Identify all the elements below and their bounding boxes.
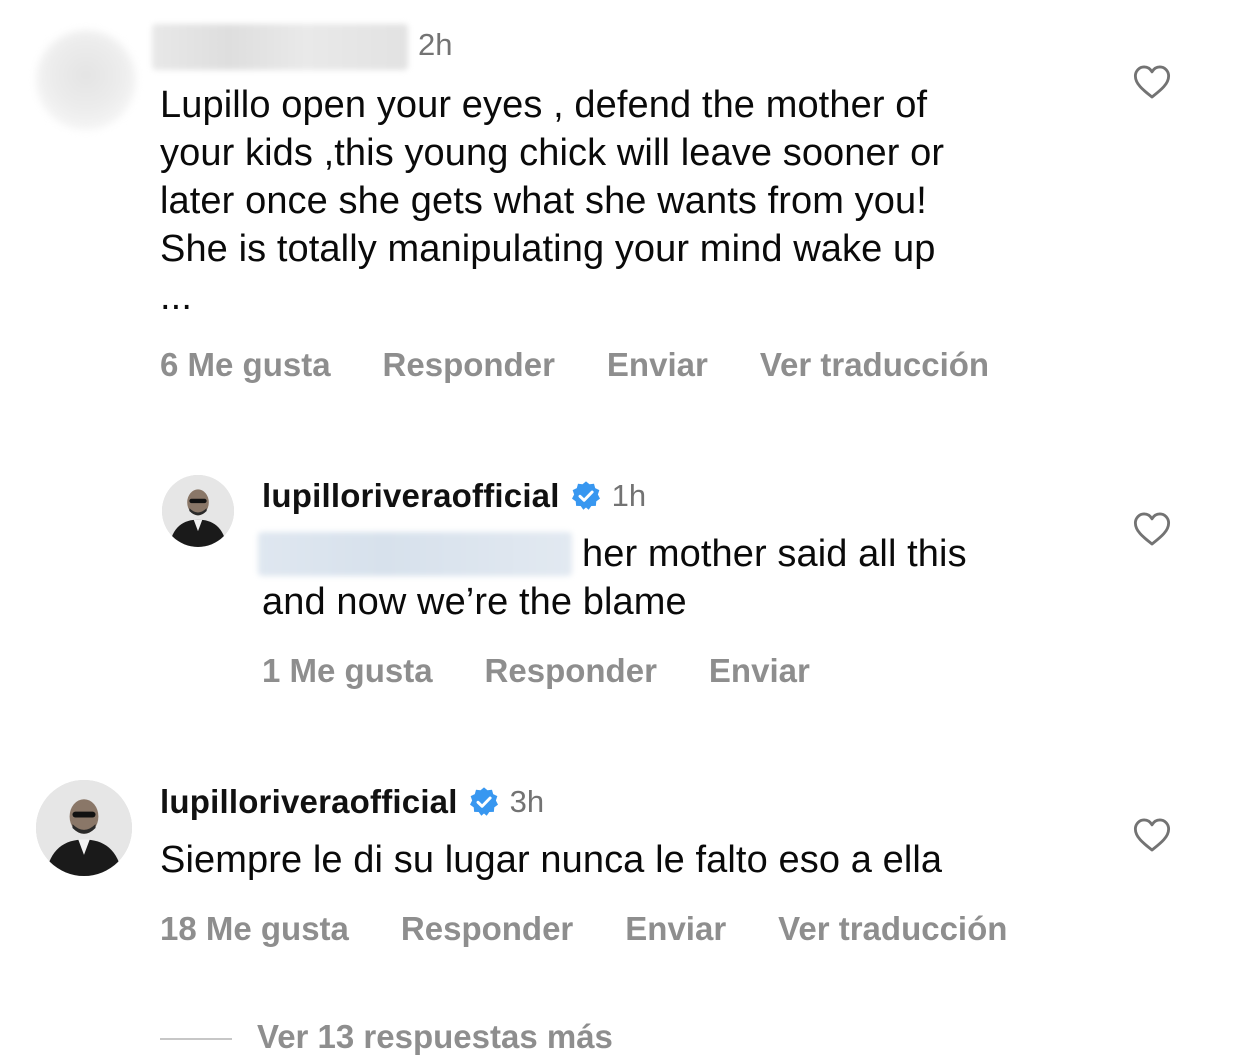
reply-button[interactable]: Responder bbox=[485, 652, 657, 690]
translate-button[interactable]: Ver traducción bbox=[778, 910, 1007, 948]
comment-text-line: ... bbox=[160, 276, 192, 318]
avatar-image bbox=[36, 780, 132, 876]
comment-text: Siempre le di su lugar nunca le falto es… bbox=[160, 839, 943, 881]
like-button[interactable] bbox=[1133, 817, 1171, 858]
avatar-blurred[interactable] bbox=[36, 30, 136, 130]
comment-header: lupilloriveraofficial 1h bbox=[262, 475, 646, 517]
likes-count-button[interactable]: 18 Me gusta bbox=[160, 910, 349, 948]
reply-text-line: her mother said all this bbox=[582, 533, 967, 575]
heart-outline-icon bbox=[1133, 818, 1171, 852]
comment-time: 3h bbox=[509, 784, 545, 819]
like-button[interactable] bbox=[1133, 511, 1171, 552]
send-button[interactable]: Enviar bbox=[607, 346, 708, 384]
comment-text-line: She is totally manipulating your mind wa… bbox=[160, 228, 936, 270]
verified-badge-icon bbox=[469, 787, 498, 816]
comment-actions: 6 Me gusta Responder Enviar Ver traducci… bbox=[160, 346, 1041, 384]
username-link[interactable]: lupilloriveraofficial bbox=[262, 477, 560, 515]
heart-outline-icon bbox=[1133, 65, 1171, 99]
heart-outline-icon bbox=[1133, 512, 1171, 546]
avatar[interactable] bbox=[36, 780, 132, 876]
divider-line bbox=[160, 1038, 232, 1040]
verified-badge-icon bbox=[571, 481, 600, 510]
comment-actions: 18 Me gusta Responder Enviar Ver traducc… bbox=[160, 910, 1059, 948]
comment-time: 1h bbox=[611, 478, 647, 513]
reply-text-line: and now we’re the blame bbox=[262, 581, 687, 623]
comment-text-line: Lupillo open your eyes , defend the moth… bbox=[160, 84, 928, 126]
comment-text-line: later once she gets what she wants from … bbox=[160, 180, 927, 222]
comment-text-line: your kids ,this young chick will leave s… bbox=[160, 132, 945, 174]
reply-button[interactable]: Responder bbox=[383, 346, 555, 384]
comment-actions: 1 Me gusta Responder Enviar bbox=[262, 652, 862, 690]
view-more-replies-button[interactable]: Ver 13 respuestas más bbox=[257, 1018, 665, 1056]
send-button[interactable]: Enviar bbox=[625, 910, 726, 948]
username-blurred[interactable] bbox=[152, 24, 408, 70]
avatar[interactable] bbox=[162, 475, 234, 547]
likes-count-button[interactable]: 6 Me gusta bbox=[160, 346, 331, 384]
like-button[interactable] bbox=[1133, 64, 1171, 105]
comment-header: lupilloriveraofficial 3h bbox=[160, 781, 544, 823]
likes-count-button[interactable]: 1 Me gusta bbox=[262, 652, 433, 690]
avatar-image bbox=[162, 475, 234, 547]
comment-time: 2h bbox=[418, 27, 453, 62]
reply-button[interactable]: Responder bbox=[401, 910, 573, 948]
view-more-replies-label: Ver 13 respuestas más bbox=[257, 1018, 613, 1055]
translate-button[interactable]: Ver traducción bbox=[760, 346, 989, 384]
username-link[interactable]: lupilloriveraofficial bbox=[160, 783, 458, 821]
mention-blurred[interactable] bbox=[258, 532, 572, 576]
comment-text: Lupillo open your eyes , defend the moth… bbox=[160, 81, 1120, 321]
send-button[interactable]: Enviar bbox=[709, 652, 810, 690]
